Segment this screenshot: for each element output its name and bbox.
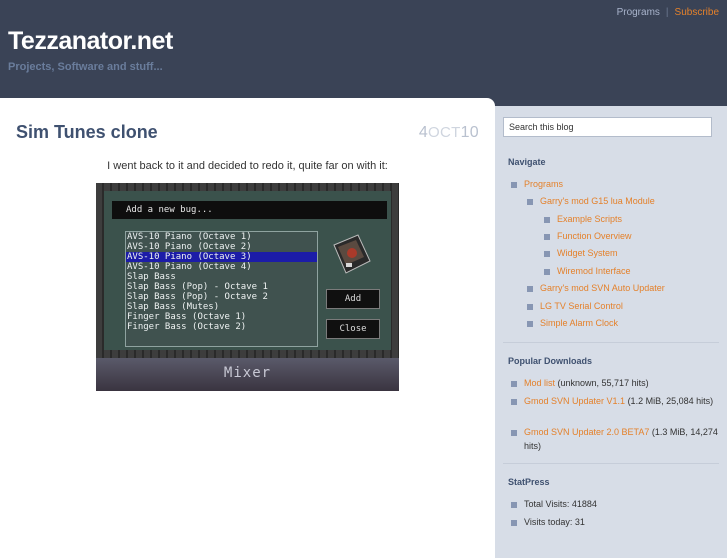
download-item: Mod list (unknown, 55,717 hits) <box>511 376 723 390</box>
list-item: AVS-10 Piano (Octave 1) <box>127 232 252 242</box>
bullet-icon <box>511 519 517 526</box>
download-info: (1.2 MiB, 25,084 hits) <box>625 396 714 406</box>
date-year: 10 <box>460 124 479 141</box>
list-item: Finger Bass (Octave 2) <box>127 322 247 332</box>
dialog-title: Add a new bug... <box>126 205 213 215</box>
list-item: Finger Bass (Octave 1) <box>127 312 247 322</box>
list-item: AVS-10 Piano (Octave 2) <box>127 242 252 252</box>
stat-label: Total Visits: 41884 <box>524 499 597 509</box>
bullet-icon <box>511 429 517 436</box>
bullet-icon <box>544 268 550 275</box>
download-link[interactable]: Mod list <box>524 378 555 388</box>
nav-label: Simple Alarm Clock <box>540 318 619 328</box>
nav-label: Widget System <box>557 248 618 258</box>
download-link[interactable]: Gmod SVN Updater V1.1 <box>524 396 625 406</box>
stat-visits-today: Visits today: 31 <box>511 517 585 527</box>
nav-item-function-overview[interactable]: Function Overview <box>544 231 632 241</box>
bullet-icon <box>527 198 533 205</box>
top-links: Programs | Subscribe <box>617 7 719 18</box>
bullet-icon <box>527 285 533 292</box>
sidebar: Search this blog Navigate Programs Garry… <box>495 106 727 558</box>
nav-label: Wiremod Interface <box>557 266 631 276</box>
site-header: Programs | Subscribe Tezzanator.net Projec… <box>0 0 727 100</box>
statpress-heading: StatPress <box>508 477 550 487</box>
mixer-bar: Mixer <box>96 358 399 391</box>
sidebar-divider <box>503 463 719 464</box>
bullet-icon <box>511 501 517 508</box>
bullet-icon <box>511 380 517 387</box>
bullet-icon <box>544 233 550 240</box>
sidebar-divider <box>503 342 719 343</box>
download-item: Gmod SVN Updater 2.0 BETA7 (1.3 MiB, 14,… <box>511 425 727 453</box>
post-text: I went back to it and decided to redo it… <box>107 160 388 172</box>
list-item: Slap Bass (Mutes) <box>127 302 220 312</box>
downloads-heading: Popular Downloads <box>508 356 593 366</box>
list-item: AVS-10 Piano (Octave 4) <box>127 262 252 272</box>
nav-item-programs[interactable]: Programs <box>511 179 563 189</box>
nav-item-svn-auto-updater[interactable]: Garry's mod SVN Auto Updater <box>527 283 665 293</box>
post-date: 4OCT10 <box>419 124 479 142</box>
list-item-selected: AVS-10 Piano (Octave 3) <box>126 252 317 262</box>
bullet-icon <box>527 303 533 310</box>
list-item: Slap Bass (Pop) - Octave 2 <box>127 292 268 302</box>
post-screenshot: Add a new bug... AVS-10 Piano (Octave 1)… <box>96 183 399 391</box>
dialog-titlebar: Add a new bug... <box>112 201 387 219</box>
nav-item-g15-module[interactable]: Garry's mod G15 lua Module <box>527 196 655 206</box>
link-separator: | <box>665 7 669 18</box>
close-button: Close <box>326 319 380 339</box>
download-info: (unknown, 55,717 hits) <box>555 378 649 388</box>
nav-item-alarm-clock[interactable]: Simple Alarm Clock <box>527 318 618 328</box>
date-month: OCT <box>428 124 461 141</box>
site-title[interactable]: Tezzanator.net <box>8 27 173 56</box>
nav-label: Example Scripts <box>557 214 623 224</box>
bullet-icon <box>511 181 517 188</box>
download-link[interactable]: Gmod SVN Updater 2.0 BETA7 <box>524 427 649 437</box>
stat-total-visits: Total Visits: 41884 <box>511 499 597 509</box>
post-title[interactable]: Sim Tunes clone <box>16 122 158 143</box>
nav-item-wiremod-interface[interactable]: Wiremod Interface <box>544 266 631 276</box>
main-content: Sim Tunes clone 4OCT10 I went back to it… <box>0 98 495 558</box>
list-item: Slap Bass <box>127 272 176 282</box>
bug-device-icon <box>333 234 371 274</box>
nav-label: Programs <box>524 179 564 189</box>
bullet-icon <box>544 250 550 257</box>
add-button: Add <box>326 289 380 309</box>
nav-item-widget-system[interactable]: Widget System <box>544 248 618 258</box>
download-item: Gmod SVN Updater V1.1 (1.2 MiB, 25,084 h… <box>511 394 727 408</box>
stat-label: Visits today: 31 <box>524 517 585 527</box>
bullet-icon <box>527 320 533 327</box>
programs-link[interactable]: Programs <box>617 7 660 18</box>
subscribe-link[interactable]: Subscribe <box>675 7 719 18</box>
nav-item-example-scripts[interactable]: Example Scripts <box>544 214 622 224</box>
nav-label: Garry's mod SVN Auto Updater <box>540 283 665 293</box>
bullet-icon <box>544 216 550 223</box>
nav-item-lg-tv-serial[interactable]: LG TV Serial Control <box>527 301 623 311</box>
list-item: Slap Bass (Pop) - Octave 1 <box>127 282 268 292</box>
date-day: 4 <box>418 124 429 141</box>
mixer-label: Mixer <box>223 365 272 381</box>
search-input[interactable]: Search this blog <box>503 117 712 137</box>
dialog-panel: Add a new bug... AVS-10 Piano (Octave 1)… <box>104 191 391 350</box>
instrument-list: AVS-10 Piano (Octave 1) AVS-10 Piano (Oc… <box>125 231 318 347</box>
navigate-heading: Navigate <box>508 157 546 167</box>
site-tagline: Projects, Software and stuff... <box>8 61 163 73</box>
nav-label: LG TV Serial Control <box>540 301 623 311</box>
nav-label: Function Overview <box>557 231 632 241</box>
bullet-icon <box>511 398 517 405</box>
nav-label: Garry's mod G15 lua Module <box>540 196 655 206</box>
